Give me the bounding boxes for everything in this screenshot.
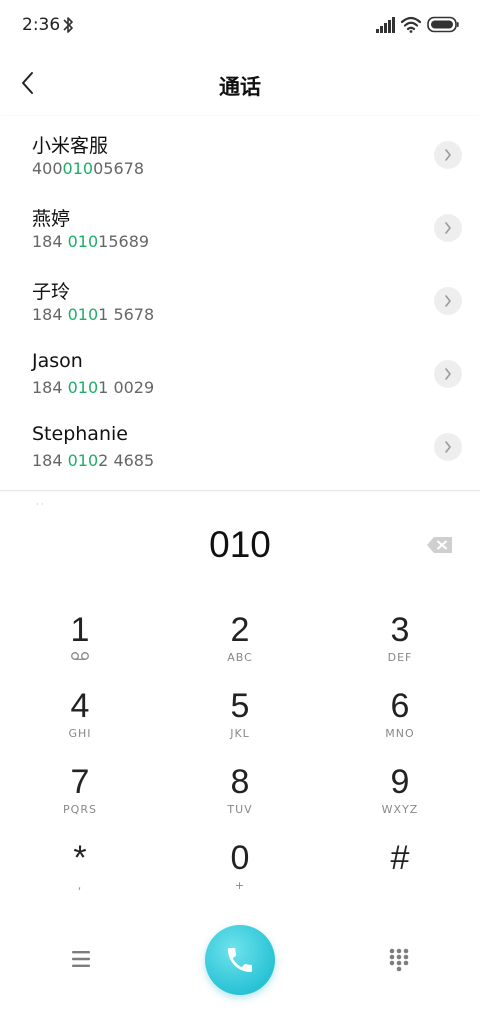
contact-name: 小米客服	[32, 135, 109, 157]
contact-suggestion-list: 小米客服 40001005678 燕婷 184 01015689 子玲 184 …	[0, 116, 480, 491]
contact-number: 184 01015689	[32, 232, 150, 251]
contact-name: 子玲	[32, 281, 71, 303]
key-digit: 8	[230, 763, 250, 801]
key-8[interactable]: 8 TUV	[160, 762, 320, 838]
key-digit: 9	[390, 763, 410, 801]
key-letters: GHI	[68, 727, 92, 740]
contact-row[interactable]: 小米客服 40001005678	[0, 116, 480, 189]
key-letters: WXYZ	[381, 803, 419, 816]
key-digit: 1	[70, 611, 90, 649]
key-letters: ABC	[227, 651, 253, 664]
key-7[interactable]: 7 PQRS	[0, 762, 160, 838]
number-match-highlight: 010	[67, 378, 99, 397]
key-digit: 4	[70, 687, 90, 725]
voicemail-icon	[71, 652, 89, 660]
key-digit: #	[390, 839, 410, 877]
key-1[interactable]: 1	[0, 610, 160, 686]
key-letters: JKL	[230, 727, 250, 740]
contact-detail-button[interactable]	[434, 287, 462, 315]
key-letters	[320, 878, 480, 894]
number-match-highlight: 010	[67, 305, 99, 324]
signal-icon	[376, 17, 395, 33]
menu-icon	[72, 951, 90, 967]
dialpad-icon	[389, 948, 409, 972]
key-4[interactable]: 4 GHI	[0, 686, 160, 762]
key-6[interactable]: 6 MNO	[320, 686, 480, 762]
menu-button[interactable]	[68, 946, 94, 972]
header: 通话	[0, 52, 480, 116]
phone-icon	[228, 948, 252, 972]
key-digit: *	[73, 839, 87, 877]
contact-detail-button[interactable]	[434, 360, 462, 388]
contact-row[interactable]: 燕婷 184 01015689	[0, 189, 480, 262]
chevron-right-icon	[445, 149, 451, 161]
contact-name: Stephanie	[32, 423, 128, 445]
dialpad-toggle-button[interactable]	[386, 946, 412, 974]
chevron-right-icon	[445, 441, 451, 453]
key-2[interactable]: 2 ABC	[160, 610, 320, 686]
chevron-right-icon	[445, 295, 451, 307]
number-match-highlight: 010	[67, 232, 99, 251]
key-digit: 0	[230, 839, 250, 877]
key-digit: 7	[70, 763, 90, 801]
contact-number: 184 0101 0029	[32, 378, 155, 397]
status-time: 2:36	[22, 15, 61, 35]
contact-detail-button[interactable]	[434, 214, 462, 242]
contact-detail-button[interactable]	[434, 141, 462, 169]
key-letters: ,	[77, 879, 83, 892]
key-hash[interactable]: #	[320, 838, 480, 914]
page-title: 通话	[219, 75, 261, 99]
key-letters: PQRS	[63, 803, 97, 816]
number-match-highlight: 010	[67, 451, 99, 470]
chevron-right-icon	[445, 368, 451, 380]
key-star[interactable]: * ,	[0, 838, 160, 914]
key-3[interactable]: 3 DEF	[320, 610, 480, 686]
bluetooth-icon	[63, 17, 73, 33]
key-letters: +	[234, 879, 246, 892]
key-digit: 6	[390, 687, 410, 725]
contact-number: 184 0102 4685	[32, 451, 155, 470]
contact-name: 燕婷	[32, 208, 71, 230]
list-drag-handle[interactable]: ··	[36, 500, 46, 510]
contact-number: 184 0101 5678	[32, 305, 155, 324]
contact-row[interactable]: Stephanie 184 0102 4685	[0, 408, 480, 481]
key-5[interactable]: 5 JKL	[160, 686, 320, 762]
wifi-icon	[401, 16, 421, 33]
battery-icon	[427, 16, 459, 33]
backspace-button[interactable]	[425, 533, 455, 557]
key-digit: 3	[390, 611, 410, 649]
contact-name: Jason	[32, 350, 83, 372]
contact-row[interactable]: 子玲 184 0101 5678	[0, 262, 480, 335]
key-0[interactable]: 0 +	[160, 838, 320, 914]
key-9[interactable]: 9 WXYZ	[320, 762, 480, 838]
key-letters: TUV	[227, 803, 253, 816]
chevron-right-icon	[445, 222, 451, 234]
key-letters	[0, 650, 160, 666]
dialed-number-display: 010	[209, 524, 271, 565]
key-digit: 2	[230, 611, 250, 649]
key-letters: DEF	[387, 651, 413, 664]
key-digit: 5	[230, 687, 250, 725]
key-letters: MNO	[385, 727, 415, 740]
backspace-icon	[427, 537, 452, 553]
number-match-highlight: 010	[62, 159, 94, 178]
call-button[interactable]	[205, 925, 275, 995]
contact-detail-button[interactable]	[434, 433, 462, 461]
contact-number: 40001005678	[32, 159, 144, 178]
contact-row[interactable]: Jason 184 0101 0029	[0, 335, 480, 408]
status-bar: 2:36	[0, 0, 480, 52]
